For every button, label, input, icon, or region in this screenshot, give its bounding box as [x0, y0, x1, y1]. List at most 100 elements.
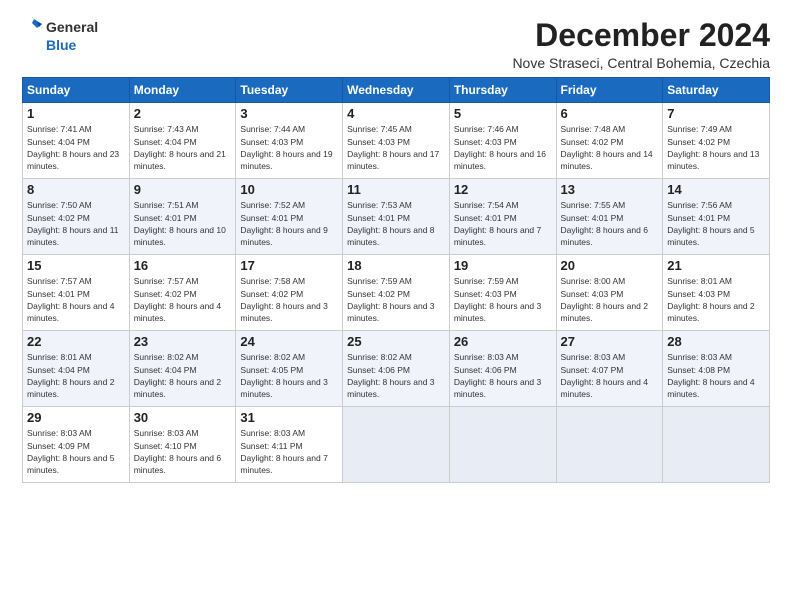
daylight-text: Daylight: 8 hours and 4 minutes. — [561, 377, 648, 399]
day-number: 18 — [347, 258, 445, 273]
daylight-text: Daylight: 8 hours and 7 minutes. — [454, 225, 541, 247]
sunset-text: Sunset: 4:01 PM — [347, 213, 410, 223]
day-number: 20 — [561, 258, 659, 273]
day-number: 28 — [667, 334, 765, 349]
table-row: 21 Sunrise: 8:01 AM Sunset: 4:03 PM Dayl… — [663, 255, 770, 331]
day-number: 7 — [667, 106, 765, 121]
daylight-text: Daylight: 8 hours and 10 minutes. — [134, 225, 226, 247]
day-info: Sunrise: 7:53 AM Sunset: 4:01 PM Dayligh… — [347, 199, 445, 248]
day-number: 15 — [27, 258, 125, 273]
table-row: 17 Sunrise: 7:58 AM Sunset: 4:02 PM Dayl… — [236, 255, 343, 331]
page: General Blue December 2024 Nove Straseci… — [0, 0, 792, 612]
table-row — [556, 407, 663, 483]
table-row — [343, 407, 450, 483]
table-row: 26 Sunrise: 8:03 AM Sunset: 4:06 PM Dayl… — [449, 331, 556, 407]
day-number: 4 — [347, 106, 445, 121]
day-number: 1 — [27, 106, 125, 121]
daylight-text: Daylight: 8 hours and 2 minutes. — [667, 301, 754, 323]
table-row: 10 Sunrise: 7:52 AM Sunset: 4:01 PM Dayl… — [236, 179, 343, 255]
daylight-text: Daylight: 8 hours and 11 minutes. — [27, 225, 119, 247]
day-header-row: Sunday Monday Tuesday Wednesday Thursday… — [23, 78, 770, 103]
day-info: Sunrise: 8:03 AM Sunset: 4:08 PM Dayligh… — [667, 351, 765, 400]
day-info: Sunrise: 8:03 AM Sunset: 4:09 PM Dayligh… — [27, 427, 125, 476]
table-row: 30 Sunrise: 8:03 AM Sunset: 4:10 PM Dayl… — [129, 407, 236, 483]
day-info: Sunrise: 8:03 AM Sunset: 4:10 PM Dayligh… — [134, 427, 232, 476]
sunset-text: Sunset: 4:02 PM — [27, 213, 90, 223]
sunrise-text: Sunrise: 8:03 AM — [240, 428, 305, 438]
daylight-text: Daylight: 8 hours and 16 minutes. — [454, 149, 546, 171]
sunset-text: Sunset: 4:08 PM — [667, 365, 730, 375]
daylight-text: Daylight: 8 hours and 4 minutes. — [134, 301, 221, 323]
day-number: 13 — [561, 182, 659, 197]
header-saturday: Saturday — [663, 78, 770, 103]
daylight-text: Daylight: 8 hours and 17 minutes. — [347, 149, 439, 171]
day-number: 29 — [27, 410, 125, 425]
daylight-text: Daylight: 8 hours and 6 minutes. — [561, 225, 648, 247]
month-title: December 2024 — [512, 18, 770, 53]
table-row: 20 Sunrise: 8:00 AM Sunset: 4:03 PM Dayl… — [556, 255, 663, 331]
day-info: Sunrise: 7:56 AM Sunset: 4:01 PM Dayligh… — [667, 199, 765, 248]
daylight-text: Daylight: 8 hours and 4 minutes. — [667, 377, 754, 399]
header-tuesday: Tuesday — [236, 78, 343, 103]
day-info: Sunrise: 7:59 AM Sunset: 4:03 PM Dayligh… — [454, 275, 552, 324]
calendar-week-row: 15 Sunrise: 7:57 AM Sunset: 4:01 PM Dayl… — [23, 255, 770, 331]
daylight-text: Daylight: 8 hours and 3 minutes. — [454, 301, 541, 323]
day-number: 14 — [667, 182, 765, 197]
daylight-text: Daylight: 8 hours and 3 minutes. — [240, 377, 327, 399]
daylight-text: Daylight: 8 hours and 2 minutes. — [27, 377, 114, 399]
table-row — [663, 407, 770, 483]
sunset-text: Sunset: 4:11 PM — [240, 441, 302, 451]
table-row: 3 Sunrise: 7:44 AM Sunset: 4:03 PM Dayli… — [236, 103, 343, 179]
header-friday: Friday — [556, 78, 663, 103]
day-info: Sunrise: 7:57 AM Sunset: 4:01 PM Dayligh… — [27, 275, 125, 324]
table-row: 25 Sunrise: 8:02 AM Sunset: 4:06 PM Dayl… — [343, 331, 450, 407]
table-row: 4 Sunrise: 7:45 AM Sunset: 4:03 PM Dayli… — [343, 103, 450, 179]
title-block: December 2024 Nove Straseci, Central Boh… — [512, 18, 770, 71]
day-number: 6 — [561, 106, 659, 121]
calendar-week-row: 29 Sunrise: 8:03 AM Sunset: 4:09 PM Dayl… — [23, 407, 770, 483]
day-info: Sunrise: 7:48 AM Sunset: 4:02 PM Dayligh… — [561, 123, 659, 172]
sunrise-text: Sunrise: 8:01 AM — [27, 352, 92, 362]
day-number: 31 — [240, 410, 338, 425]
sunset-text: Sunset: 4:01 PM — [561, 213, 624, 223]
day-number: 25 — [347, 334, 445, 349]
day-info: Sunrise: 7:59 AM Sunset: 4:02 PM Dayligh… — [347, 275, 445, 324]
sunrise-text: Sunrise: 7:41 AM — [27, 124, 92, 134]
day-number: 8 — [27, 182, 125, 197]
daylight-text: Daylight: 8 hours and 7 minutes. — [240, 453, 327, 475]
sunset-text: Sunset: 4:04 PM — [27, 137, 90, 147]
sunset-text: Sunset: 4:05 PM — [240, 365, 303, 375]
sunset-text: Sunset: 4:02 PM — [347, 289, 410, 299]
daylight-text: Daylight: 8 hours and 6 minutes. — [134, 453, 221, 475]
day-number: 9 — [134, 182, 232, 197]
sunrise-text: Sunrise: 7:56 AM — [667, 200, 732, 210]
daylight-text: Daylight: 8 hours and 19 minutes. — [240, 149, 332, 171]
day-info: Sunrise: 7:51 AM Sunset: 4:01 PM Dayligh… — [134, 199, 232, 248]
day-info: Sunrise: 8:00 AM Sunset: 4:03 PM Dayligh… — [561, 275, 659, 324]
day-info: Sunrise: 8:03 AM Sunset: 4:06 PM Dayligh… — [454, 351, 552, 400]
day-number: 17 — [240, 258, 338, 273]
sunset-text: Sunset: 4:03 PM — [667, 289, 730, 299]
table-row: 16 Sunrise: 7:57 AM Sunset: 4:02 PM Dayl… — [129, 255, 236, 331]
sunrise-text: Sunrise: 7:45 AM — [347, 124, 412, 134]
sunrise-text: Sunrise: 8:03 AM — [454, 352, 519, 362]
table-row: 9 Sunrise: 7:51 AM Sunset: 4:01 PM Dayli… — [129, 179, 236, 255]
daylight-text: Daylight: 8 hours and 3 minutes. — [454, 377, 541, 399]
day-info: Sunrise: 7:55 AM Sunset: 4:01 PM Dayligh… — [561, 199, 659, 248]
daylight-text: Daylight: 8 hours and 5 minutes. — [27, 453, 114, 475]
table-row: 5 Sunrise: 7:46 AM Sunset: 4:03 PM Dayli… — [449, 103, 556, 179]
day-number: 26 — [454, 334, 552, 349]
day-number: 3 — [240, 106, 338, 121]
sunset-text: Sunset: 4:03 PM — [240, 137, 303, 147]
sunrise-text: Sunrise: 8:01 AM — [667, 276, 732, 286]
daylight-text: Daylight: 8 hours and 21 minutes. — [134, 149, 226, 171]
table-row: 14 Sunrise: 7:56 AM Sunset: 4:01 PM Dayl… — [663, 179, 770, 255]
sunrise-text: Sunrise: 7:57 AM — [134, 276, 199, 286]
day-info: Sunrise: 7:46 AM Sunset: 4:03 PM Dayligh… — [454, 123, 552, 172]
day-info: Sunrise: 8:01 AM Sunset: 4:04 PM Dayligh… — [27, 351, 125, 400]
day-info: Sunrise: 7:41 AM Sunset: 4:04 PM Dayligh… — [27, 123, 125, 172]
daylight-text: Daylight: 8 hours and 4 minutes. — [27, 301, 114, 323]
table-row: 12 Sunrise: 7:54 AM Sunset: 4:01 PM Dayl… — [449, 179, 556, 255]
sunrise-text: Sunrise: 7:52 AM — [240, 200, 305, 210]
sunrise-text: Sunrise: 8:02 AM — [240, 352, 305, 362]
